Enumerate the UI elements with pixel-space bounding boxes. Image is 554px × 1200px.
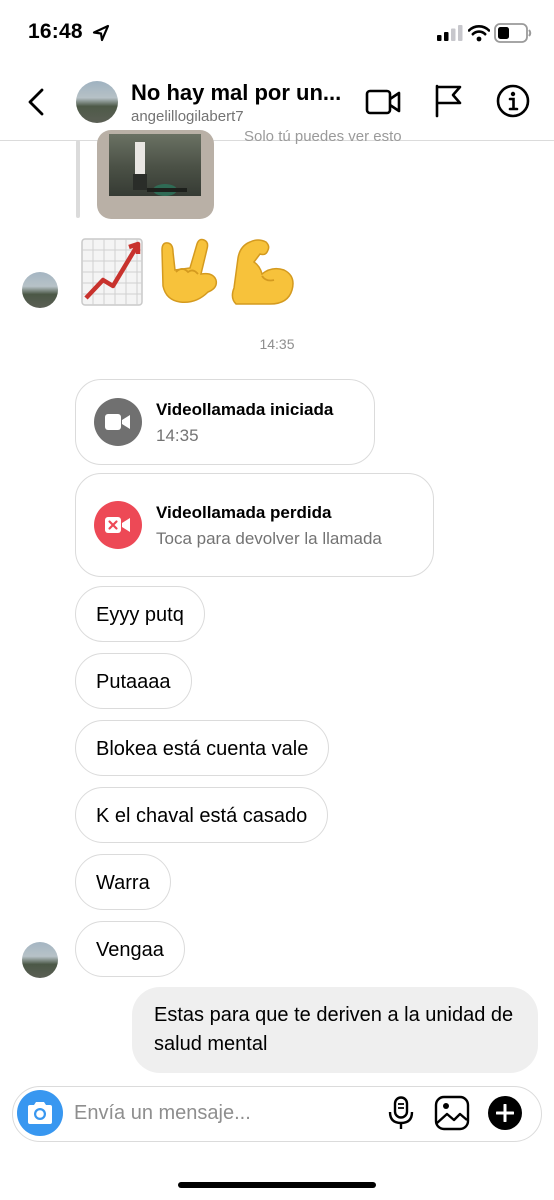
status-time: 16:48 <box>28 20 83 43</box>
call-title: Videollamada perdida <box>156 503 332 522</box>
camera-icon <box>28 1102 52 1124</box>
video-call-icon[interactable] <box>365 86 401 118</box>
incoming-message[interactable]: Warra <box>75 854 171 910</box>
plus-icon <box>496 1104 514 1122</box>
home-indicator <box>178 1182 376 1188</box>
call-subtitle: 14:35 <box>156 426 199 445</box>
incoming-message[interactable]: Blokea está cuenta vale <box>75 720 330 776</box>
chat-username[interactable]: angelillogilabert7 <box>131 108 244 125</box>
flexed-biceps-emoji-icon <box>231 239 294 305</box>
location-arrow-icon <box>92 24 110 42</box>
gym-photo-figure <box>133 142 187 196</box>
incoming-message[interactable]: Eyyy putq <box>75 586 205 642</box>
missed-call-icon <box>94 501 142 549</box>
outgoing-message[interactable]: Estas para que te deriven a la unidad de… <box>132 987 538 1073</box>
flag-icon[interactable] <box>432 84 464 118</box>
sender-avatar[interactable] <box>22 942 58 978</box>
incoming-message[interactable]: Putaaaa <box>75 653 192 709</box>
add-button[interactable] <box>488 1096 522 1130</box>
message-input[interactable] <box>74 1097 374 1129</box>
shared-post-note: Solo tú puedes ver esto <box>244 128 402 145</box>
gallery-icon[interactable] <box>434 1095 470 1131</box>
camera-button[interactable] <box>17 1090 63 1136</box>
call-title: Videollamada iniciada <box>156 400 334 419</box>
contact-avatar[interactable] <box>76 81 118 123</box>
cellular-signal-icon <box>437 25 463 41</box>
incoming-message[interactable]: Vengaa <box>75 921 185 977</box>
video-call-started-icon <box>94 398 142 446</box>
sender-avatar[interactable] <box>22 272 58 308</box>
info-icon[interactable] <box>496 84 530 118</box>
battery-icon <box>494 23 532 43</box>
chart-increasing-emoji-icon <box>81 238 143 306</box>
video-camera-x-icon <box>105 517 130 533</box>
incoming-message[interactable]: K el chaval está casado <box>75 787 329 843</box>
video-call-started-card[interactable]: Videollamada iniciada 14:35 <box>75 379 375 465</box>
video-camera-icon <box>105 414 130 430</box>
back-chevron-icon[interactable] <box>22 87 52 117</box>
chat-title[interactable]: No hay mal por un... <box>131 80 351 106</box>
wifi-icon <box>468 25 490 42</box>
reply-indicator-line <box>76 140 80 218</box>
message-timestamp: 14:35 <box>259 336 295 352</box>
shared-post-thumbnail[interactable] <box>97 130 214 219</box>
missed-video-call-card[interactable]: Videollamada perdida Toca para devolver … <box>75 473 434 577</box>
call-subtitle: Toca para devolver la llamada <box>156 529 382 548</box>
sign-of-horns-emoji-icon <box>161 238 218 304</box>
microphone-icon[interactable] <box>385 1096 417 1130</box>
